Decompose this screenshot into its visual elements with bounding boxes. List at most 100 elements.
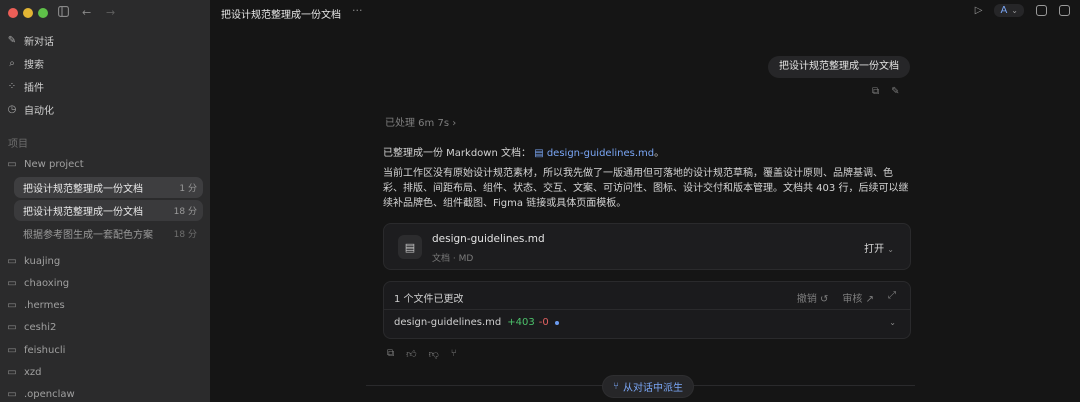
plugins-icon: ⁘ [7,80,17,92]
nav-label: 插件 [24,82,44,94]
fork-from-chat-button[interactable]: ⑂ 从对话中派生 [602,375,694,398]
edit-icon[interactable]: ✎ [891,86,899,97]
modified-dot [554,320,559,325]
fork-icon[interactable]: ⑂ [451,348,457,360]
expand-icon[interactable]: ⤢ [888,290,896,305]
nav-plugins[interactable]: ⁘ 插件 [6,77,44,95]
user-message: 把设计规范整理成一份文档 [768,56,910,78]
folder-icon: ▭ [7,277,17,289]
review-label: 审核 [842,294,863,305]
agent-selector[interactable]: A ⌄ [994,4,1024,17]
folder-item[interactable]: ▭ feishucli [6,341,65,359]
chevron-down-icon: ⌄ [1011,6,1018,15]
additions-count: +403 [507,317,535,328]
folder-item[interactable]: ▭ ceshi2 [6,318,56,336]
window-controls [8,8,48,18]
changes-actions: 撤销 ↺ 审核 ↗ ⤢ [797,290,896,305]
search-icon: ⌕ [9,57,15,69]
close-window-button[interactable] [8,8,18,18]
message-actions: ⧉ ✎ [872,86,900,97]
folder-icon: ▭ [7,344,17,356]
folder-item[interactable]: ▭ xzd [6,363,41,381]
file-card[interactable]: ▤ design-guidelines.md 文档 · MD 打开 ⌄ [383,223,911,270]
edit-icon: ✎ [7,34,17,46]
thread-item[interactable]: 把设计规范整理成一份文档 1 分 [14,177,203,198]
folder-icon: ▭ [7,366,17,378]
folder-icon: ▭ [7,299,17,311]
chevron-right-icon: › [452,118,457,129]
copy-icon[interactable]: ⧉ [872,86,879,97]
nav-new-chat[interactable]: ✎ 新对话 [6,31,54,49]
changed-file-row[interactable]: design-guidelines.md +403 -0 ⌄ [394,317,896,328]
thumbs-up-icon[interactable]: 👍︎ [406,348,416,360]
undo-button[interactable]: 撤销 ↺ [797,290,829,305]
folder-label: chaoxing [24,277,70,289]
response-body: 当前工作区没有原始设计规范素材，所以我先做了一版通用但可落地的设计规范草稿，覆盖… [383,168,909,209]
document-icon: ▤ [398,235,422,259]
file-card-name: design-guidelines.md [432,233,545,245]
chevron-down-icon: ⌄ [887,245,894,254]
folder-icon: ▭ [7,388,17,400]
topbar-actions: ▷ A ⌄ [975,4,1070,17]
panel-toggle-icon[interactable] [1059,5,1070,16]
deletions-count: -0 [538,317,549,328]
file-card-meta: 文档 · MD [432,254,474,264]
back-arrow-icon[interactable]: ← [82,6,91,20]
folder-item[interactable]: ▭ chaoxing [6,274,69,292]
nav-label: 搜索 [24,59,44,71]
folder-label: kuajing [24,255,61,267]
minimize-window-button[interactable] [23,8,33,18]
undo-label: 撤销 [796,294,817,305]
changes-panel: 1 个文件已更改 撤销 ↺ 审核 ↗ ⤢ design-guidelines.m… [383,281,911,339]
zoom-window-button[interactable] [38,8,48,18]
folder-icon: ▭ [7,255,17,267]
more-options-icon[interactable]: ··· [352,4,363,17]
thread-title: 根据参考图生成一套配色方案 [23,230,153,241]
folder-icon: ▭ [7,158,17,170]
processed-status[interactable]: 已处理 6m 7s › [385,114,456,129]
folder-icon: ▭ [7,321,17,333]
folder-label: .openclaw [24,388,75,400]
thread-time: 1 分 [179,184,197,194]
project-label: New project [24,158,84,170]
nav-label: 新对话 [24,36,54,48]
project-new-project[interactable]: ▭ New project [6,155,84,173]
nav-automation[interactable]: ◷ 自动化 [6,100,54,118]
copy-icon[interactable]: ⧉ [387,348,394,360]
nav-search[interactable]: ⌕ 搜索 [6,54,44,72]
thread-time: 18 分 [173,230,197,240]
page-title: 把设计规范整理成一份文档 [221,10,341,21]
chevron-down-icon[interactable]: ⌄ [889,318,896,327]
processed-label: 已处理 6m 7s [385,118,450,129]
thread-time: 18 分 [173,207,197,217]
fork-label: 从对话中派生 [623,383,683,394]
sidebar-toggle-icon[interactable] [58,6,69,21]
folder-item[interactable]: ▭ .openclaw [6,385,75,402]
thread-item[interactable]: 根据参考图生成一套配色方案 18 分 [14,223,203,244]
branch-icon: ⑂ [613,381,619,392]
thumbs-down-icon[interactable]: 👎︎ [429,348,439,360]
open-label: 打开 [864,244,885,255]
projects-section-label: 项目 [8,139,28,150]
terminal-icon[interactable] [1036,5,1047,16]
summary-suffix: 。 [654,148,665,159]
folder-item[interactable]: ▭ kuajing [6,252,60,270]
thread-title: 把设计规范整理成一份文档 [23,207,143,218]
clock-icon: ◷ [7,103,17,115]
summary-line: 已整理成一份 Markdown 文档： ▤ design-guidelines.… [383,146,911,161]
folder-label: feishucli [24,344,66,356]
thread-item[interactable]: 把设计规范整理成一份文档 18 分 [14,200,203,221]
folder-item[interactable]: ▭ .hermes [6,296,65,314]
forward-arrow-icon[interactable]: → [106,6,115,20]
review-button[interactable]: 审核 ↗ [842,290,874,305]
file-link-icon: ▤ [534,148,547,159]
folder-label: .hermes [24,299,65,311]
play-icon[interactable]: ▷ [975,5,983,16]
folder-label: ceshi2 [24,321,57,333]
nav-label: 自动化 [24,105,54,117]
open-button[interactable]: 打开 ⌄ [864,240,894,255]
sidebar: ← → ✎ 新对话 ⌕ 搜索 ⁘ 插件 ◷ 自动化 项目 ▭ New proje… [0,0,210,402]
file-link[interactable]: ▤ design-guidelines.md [534,148,654,159]
agent-badge: A [1000,5,1008,16]
thread-title: 把设计规范整理成一份文档 [23,184,143,195]
